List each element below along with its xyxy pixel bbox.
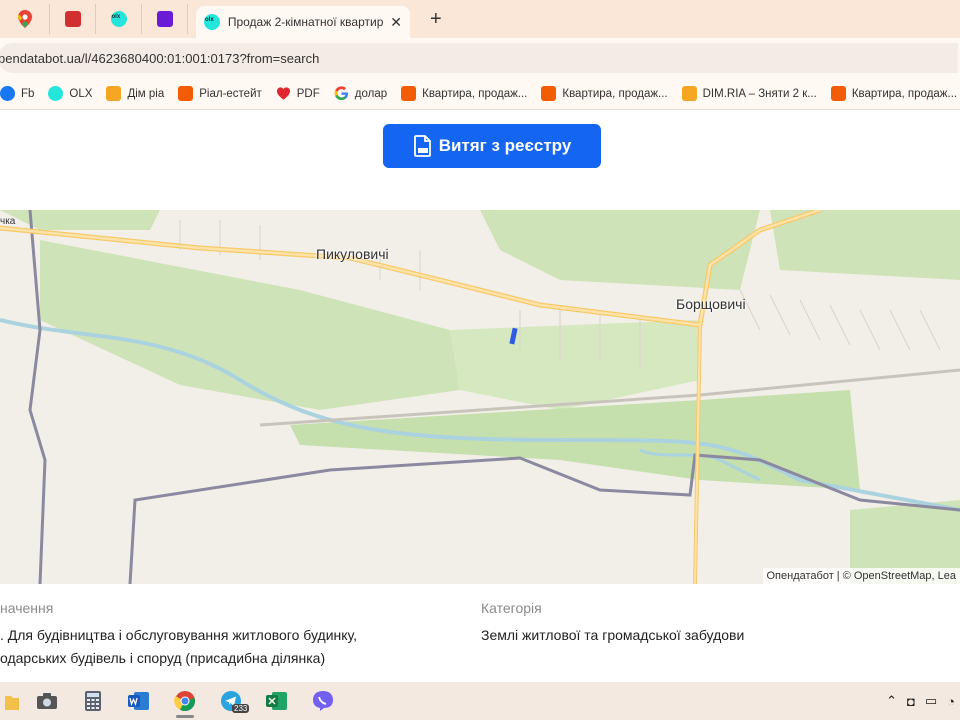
tray-app-icon[interactable]: ◘ — [907, 694, 915, 709]
olx-icon — [110, 11, 127, 27]
purpose-value-line-2: одарських будівель і споруд (присадибна … — [0, 650, 326, 666]
taskbar-viber[interactable] — [300, 682, 346, 720]
viber-icon — [313, 691, 333, 711]
camera-icon — [37, 693, 57, 709]
taskbar-chrome[interactable] — [162, 682, 208, 720]
tab-active[interactable]: Продаж 2-кімнатної квартири ✕ — [196, 6, 410, 38]
category-block: Категорія Землі житлової та громадської … — [481, 600, 941, 647]
system-tray: ⌃ ◘ ▭ ◔ — [881, 682, 960, 720]
olx-icon — [204, 14, 220, 30]
google-icon — [334, 86, 348, 101]
house-icon — [178, 86, 194, 101]
taskbar-calculator[interactable] — [70, 682, 116, 720]
map-canvas — [0, 210, 960, 584]
bookmark-dim-ria[interactable]: Дім ріа — [106, 86, 164, 101]
url-text: pendatabot.ua/l/4623680400:01:001:0173?f… — [0, 50, 320, 66]
olx-icon — [48, 86, 64, 101]
taskbar: 233 ⌃ ◘ ▭ ◔ — [0, 682, 960, 720]
bookmark-real-estate[interactable]: Ріал-естейт — [178, 86, 262, 101]
purpose-value-line-1: . Для будівництва і обслуговування житло… — [0, 627, 358, 643]
red-app-icon — [64, 11, 81, 27]
telegram-badge: 233 — [232, 704, 250, 713]
page-content: Витяг з реєстру Пикуловичі Борщовичі чка… — [0, 110, 960, 682]
battery-icon[interactable]: ▭ — [925, 693, 937, 709]
bookmark-label: OLX — [69, 87, 93, 100]
heart-icon — [276, 87, 290, 100]
tab-red-app[interactable] — [50, 4, 96, 34]
bookmark-dim-ria-rent[interactable]: DIM.RIA – Зняти 2 к... — [681, 86, 817, 101]
bookmark-label: Квартира, продаж... — [851, 87, 958, 100]
google-maps-icon — [17, 10, 32, 28]
facebook-icon — [0, 86, 15, 101]
bookmark-label: DIM.RIA – Зняти 2 к... — [702, 87, 817, 100]
bookmark-apartment-3[interactable]: Квартира, продаж... — [830, 86, 958, 101]
tab-close-icon[interactable]: ✕ — [390, 14, 402, 31]
taskbar-folder[interactable] — [0, 682, 24, 720]
house-icon — [401, 86, 417, 101]
folder-icon — [5, 696, 19, 710]
purpose-label: начення — [0, 600, 54, 616]
url-field[interactable]: pendatabot.ua/l/4623680400:01:001:0173?f… — [0, 43, 958, 73]
tab-strip: Продаж 2-кімнатної квартири ✕ + — [0, 0, 960, 38]
map-label-village-2: Борщовичі — [676, 296, 746, 312]
taskbar-camera[interactable] — [24, 682, 70, 720]
taskbar-word[interactable] — [116, 682, 162, 720]
map-label-village-1: Пикуловичі — [316, 246, 389, 262]
register-button-label: Витяг з реєстру — [438, 136, 572, 155]
bookmark-fb[interactable]: Fb — [0, 86, 34, 101]
house-icon — [830, 86, 846, 101]
purple-app-icon — [156, 11, 173, 27]
map-attribution[interactable]: Опендатабот | © OpenStreetMap, Lea — [762, 568, 960, 584]
bookmark-label: PDF — [296, 87, 320, 100]
bookmark-olx[interactable]: OLX — [48, 86, 92, 101]
map[interactable]: Пикуловичі Борщовичі чка Опендатабот | ©… — [0, 210, 960, 584]
dimria-icon — [681, 86, 697, 101]
register-extract-button[interactable]: Витяг з реєстру — [383, 124, 601, 168]
taskbar-telegram[interactable]: 233 — [208, 682, 254, 720]
tab-olx[interactable] — [96, 4, 142, 34]
purpose-block: начення . Для будівництва і обслуговуван… — [0, 600, 420, 670]
chevron-up-icon[interactable]: ⌃ — [886, 693, 897, 709]
excel-icon — [266, 692, 287, 710]
taskbar-excel[interactable] — [254, 682, 300, 720]
bookmark-dollar[interactable]: долар — [334, 86, 387, 101]
bookmark-label: Дім ріа — [127, 87, 165, 100]
bookmark-label: Ріал-естейт — [199, 87, 262, 100]
bookmark-label: долар — [354, 87, 388, 100]
bookmark-label: Квартира, продаж... — [422, 87, 528, 100]
bookmarks-bar: Fb OLX Дім ріа Ріал-естейт PDF долар Ква… — [0, 78, 960, 110]
bookmark-label: Fb — [21, 87, 35, 100]
chrome-icon — [174, 691, 195, 712]
new-tab-button[interactable]: + — [430, 8, 442, 31]
category-value: Землі житлової та громадської забудови — [481, 627, 745, 643]
calculator-icon — [85, 691, 101, 711]
tab-google-maps[interactable] — [0, 4, 50, 34]
tab-title: Продаж 2-кімнатної квартири — [227, 15, 385, 29]
bookmark-label: Квартира, продаж... — [562, 87, 668, 100]
pdf-file-icon — [413, 135, 431, 157]
wifi-icon[interactable]: ◔ — [947, 694, 955, 709]
bookmark-pdf[interactable]: PDF — [276, 86, 320, 101]
word-icon — [128, 692, 149, 710]
house-icon — [541, 86, 557, 101]
address-bar: pendatabot.ua/l/4623680400:01:001:0173?f… — [0, 38, 960, 78]
bookmark-apartment-2[interactable]: Квартира, продаж... — [541, 86, 668, 101]
dimria-icon — [106, 86, 122, 101]
tab-purple-app[interactable] — [142, 4, 188, 34]
bookmark-apartment-1[interactable]: Квартира, продаж... — [401, 86, 527, 101]
category-label: Категорія — [481, 600, 542, 616]
map-label-road: чка — [0, 216, 16, 227]
